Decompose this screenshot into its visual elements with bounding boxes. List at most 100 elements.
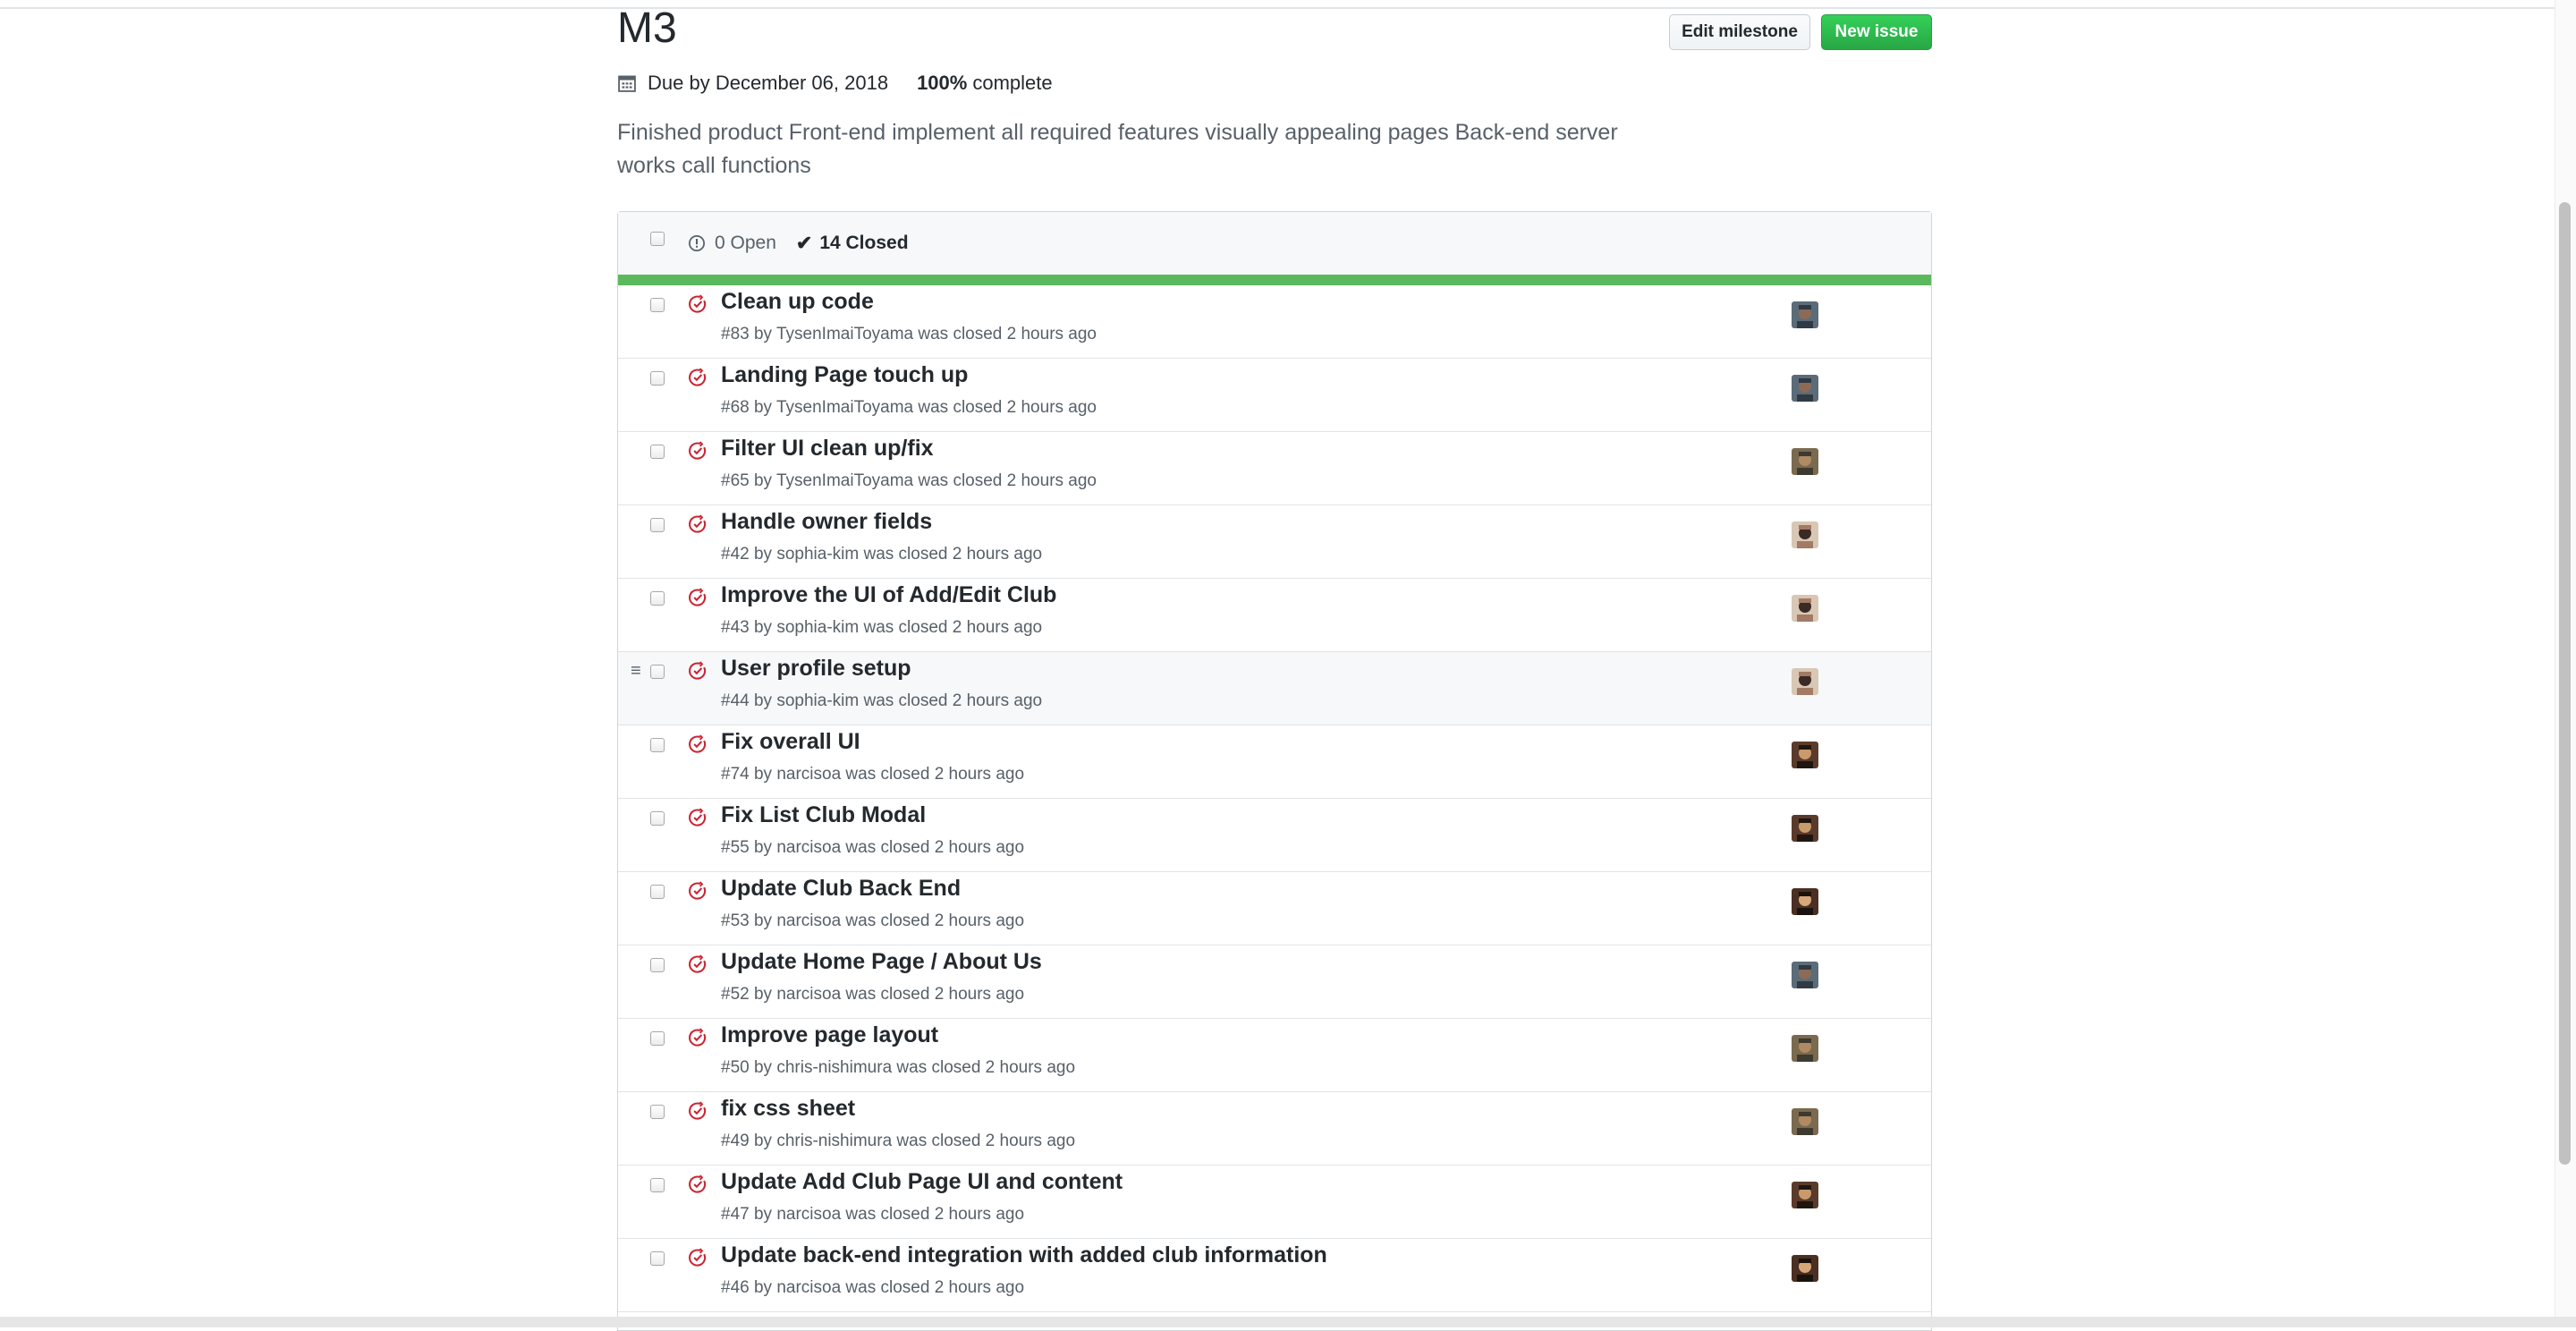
issue-open-icon: [689, 235, 705, 251]
window-bottom-edge: [0, 1317, 2576, 1327]
issue-title-link[interactable]: Fix List Club Modal: [721, 802, 926, 828]
issue-closed-icon: [689, 1248, 707, 1267]
issue-meta: #43 by sophia-kim was closed 2 hours ago: [721, 618, 1043, 637]
assignee-avatar[interactable]: [1792, 595, 1818, 622]
issue-checkbox[interactable]: [650, 445, 665, 459]
closed-issues-tab[interactable]: ✔ 14 Closed: [796, 232, 909, 255]
issue-checkbox[interactable]: [650, 1031, 665, 1046]
issue-closed-icon: [689, 588, 707, 606]
issue-title-link[interactable]: Update Home Page / About Us: [721, 949, 1042, 975]
issue-row[interactable]: Improve page layout #50 by chris-nishimur…: [618, 1019, 1931, 1092]
issue-state-tabs: 0 Open ✔ 14 Closed: [688, 230, 909, 257]
issue-row[interactable]: Update Add Club Page UI and content #47 b…: [618, 1166, 1931, 1239]
issue-row[interactable]: Landing Page touch up #68 by TysenImaiToy…: [618, 359, 1931, 432]
issue-title-link[interactable]: Filter UI clean up/fix: [721, 436, 934, 462]
issue-row[interactable]: Fix List Club Modal #55 by narcisoa was c…: [618, 799, 1931, 872]
issue-closed-icon: [689, 514, 707, 533]
issue-title-link[interactable]: Improve the UI of Add/Edit Club: [721, 582, 1056, 608]
issue-checkbox[interactable]: [650, 1178, 665, 1192]
issue-closed-icon: [689, 1101, 707, 1120]
assignee-avatar[interactable]: [1792, 962, 1818, 988]
issue-meta: #55 by narcisoa was closed 2 hours ago: [721, 838, 1025, 857]
open-issues-tab[interactable]: 0 Open: [688, 233, 776, 254]
issue-meta: #49 by chris-nishimura was closed 2 hour…: [721, 1132, 1076, 1150]
issue-list: Clean up code #83 by TysenImaiToyama was …: [618, 285, 1931, 1312]
issue-checkbox[interactable]: [650, 371, 665, 386]
issue-meta: #83 by TysenImaiToyama was closed 2 hour…: [721, 325, 1097, 343]
progress-complete-label: complete: [972, 72, 1053, 94]
issue-title-link[interactable]: Improve page layout: [721, 1022, 938, 1048]
issue-closed-icon: [689, 734, 707, 753]
check-icon: ✔: [795, 232, 813, 254]
assignee-avatar[interactable]: [1792, 1035, 1818, 1062]
issue-row[interactable]: fix css sheet #49 by chris-nishimura was …: [618, 1092, 1931, 1166]
assignee-avatar[interactable]: [1792, 448, 1818, 475]
assignee-avatar[interactable]: [1792, 301, 1818, 328]
issue-closed-icon: [689, 1174, 707, 1193]
issue-row[interactable]: Filter UI clean up/fix #65 by TysenImaiTo…: [618, 432, 1931, 505]
issue-closed-icon: [689, 661, 707, 680]
issue-checkbox[interactable]: [650, 591, 665, 606]
issue-closed-icon: [689, 881, 707, 900]
issue-title-link[interactable]: Fix overall UI: [721, 729, 860, 755]
issue-title-link[interactable]: Update Add Club Page UI and content: [721, 1169, 1123, 1195]
issue-title-link[interactable]: Clean up code: [721, 289, 874, 315]
issue-meta: #42 by sophia-kim was closed 2 hours ago: [721, 545, 1043, 564]
issue-closed-icon: [689, 368, 707, 386]
issue-row[interactable]: Improve the UI of Add/Edit Club #43 by so…: [618, 579, 1931, 652]
select-all-checkbox[interactable]: [650, 232, 665, 246]
assignee-avatar[interactable]: [1792, 742, 1818, 768]
assignee-avatar[interactable]: [1792, 375, 1818, 402]
issue-title-link[interactable]: Handle owner fields: [721, 509, 932, 535]
milestone-title: M3: [617, 4, 677, 52]
issue-closed-icon: [689, 294, 707, 313]
assignee-avatar[interactable]: [1792, 521, 1818, 548]
assignee-avatar[interactable]: [1792, 1255, 1818, 1282]
calendar-icon: [618, 75, 636, 92]
milestone-meta: Due by December 06, 2018 100% complete: [617, 70, 1053, 97]
issue-title-link[interactable]: Update Club Back End: [721, 876, 961, 902]
issue-checkbox[interactable]: [650, 665, 665, 679]
issue-closed-icon: [689, 808, 707, 827]
issue-checkbox[interactable]: [650, 518, 665, 532]
issue-meta: #52 by narcisoa was closed 2 hours ago: [721, 985, 1025, 1004]
assignee-avatar[interactable]: [1792, 668, 1818, 695]
issue-checkbox[interactable]: [650, 738, 665, 752]
issue-row[interactable]: Update back-end integration with added c…: [618, 1239, 1931, 1312]
scrollbar-thumb[interactable]: [2559, 202, 2571, 1165]
assignee-avatar[interactable]: [1792, 888, 1818, 915]
issue-meta: #74 by narcisoa was closed 2 hours ago: [721, 765, 1025, 784]
top-border: [0, 0, 2576, 9]
issue-row[interactable]: ≡ User profile setup #44 by sophia-kim was…: [618, 652, 1931, 725]
drag-handle-icon[interactable]: ≡: [631, 661, 641, 682]
issue-row[interactable]: Clean up code #83 by TysenImaiToyama was …: [618, 285, 1931, 359]
issue-checkbox[interactable]: [650, 885, 665, 899]
issue-title-link[interactable]: Landing Page touch up: [721, 362, 968, 388]
issue-title-link[interactable]: Update back-end integration with added c…: [721, 1242, 1327, 1268]
issues-header: 0 Open ✔ 14 Closed: [618, 212, 1931, 275]
issue-checkbox[interactable]: [650, 958, 665, 972]
issue-checkbox[interactable]: [650, 1105, 665, 1119]
issue-title-link[interactable]: fix css sheet: [721, 1096, 855, 1122]
issue-checkbox[interactable]: [650, 1251, 665, 1266]
issue-meta: #65 by TysenImaiToyama was closed 2 hour…: [721, 471, 1097, 490]
issue-checkbox[interactable]: [650, 811, 665, 826]
issue-checkbox[interactable]: [650, 298, 665, 312]
assignee-avatar[interactable]: [1792, 815, 1818, 842]
issue-row[interactable]: Update Home Page / About Us #52 by narcis…: [618, 945, 1931, 1019]
edit-milestone-button[interactable]: Edit milestone: [1669, 14, 1810, 50]
progress-percent: 100%: [917, 72, 968, 94]
issue-row[interactable]: Handle owner fields #42 by sophia-kim was…: [618, 505, 1931, 579]
open-count: 0 Open: [715, 233, 776, 253]
milestone-description: Finished product Front-end implement all…: [617, 120, 1618, 178]
issue-row[interactable]: Update Club Back End #53 by narcisoa was …: [618, 872, 1931, 945]
assignee-avatar[interactable]: [1792, 1182, 1818, 1208]
issue-meta: #46 by narcisoa was closed 2 hours ago: [721, 1278, 1025, 1297]
issue-closed-icon: [689, 1028, 707, 1047]
new-issue-button[interactable]: New issue: [1821, 14, 1932, 50]
assignee-avatar[interactable]: [1792, 1108, 1818, 1135]
issue-title-link[interactable]: User profile setup: [721, 656, 911, 682]
milestone-progress-bar: [618, 275, 1931, 285]
closed-count: 14 Closed: [819, 233, 909, 253]
issue-row[interactable]: Fix overall UI #74 by narcisoa was closed…: [618, 725, 1931, 799]
